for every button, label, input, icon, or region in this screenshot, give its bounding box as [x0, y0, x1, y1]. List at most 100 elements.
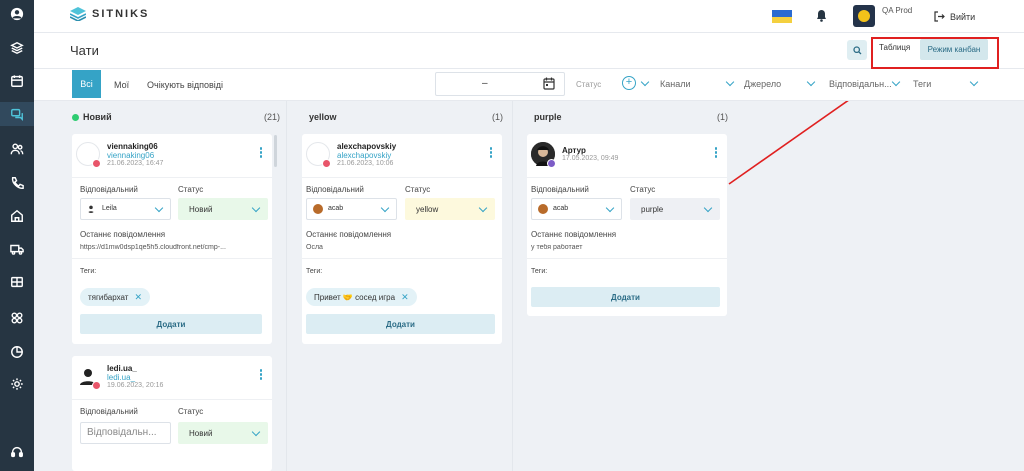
contact-name[interactable]: ledi.ua_: [107, 364, 137, 373]
status-select[interactable]: Новий: [178, 422, 268, 444]
add-status-icon[interactable]: +: [622, 76, 636, 90]
tab-mine[interactable]: Мої: [114, 80, 129, 90]
chevron-down-icon[interactable]: [725, 77, 735, 87]
responsible-label: Відповідальний: [80, 185, 138, 194]
last-message-label: Останнє повідомлення: [531, 230, 617, 239]
column-divider: [512, 101, 513, 471]
tab-all[interactable]: Всі: [72, 70, 101, 98]
chat-card[interactable]: alexchapovskiy alexchapovskiy 21.06.2023…: [302, 134, 502, 344]
status-select[interactable]: Новий: [178, 198, 268, 220]
column-title: yellow: [309, 112, 337, 122]
status-label: Статус: [178, 407, 204, 416]
channels-filter[interactable]: Канали: [660, 79, 691, 89]
tag-chip[interactable]: Привет 🤝 сосед игра ✕: [306, 288, 417, 306]
chat-date: 17.05.2023, 09:49: [562, 155, 619, 162]
truck-icon[interactable]: [0, 237, 34, 261]
add-button[interactable]: Додати: [531, 287, 720, 307]
bell-icon[interactable]: [816, 9, 827, 24]
search-button[interactable]: [847, 40, 867, 60]
add-button[interactable]: Додати: [80, 314, 262, 334]
chat-card[interactable]: ledi.ua_ ledi.ua_ 19.06.2023, 20:16 Відп…: [72, 356, 272, 471]
status-value: yellow: [416, 205, 439, 214]
integrations-icon[interactable]: [0, 306, 34, 330]
chat-card[interactable]: viennaking06 viennaking06 21.06.2023, 16…: [72, 134, 272, 344]
chat-icon[interactable]: [0, 102, 34, 126]
user-avatar[interactable]: [853, 5, 875, 27]
kanban-column-purple: purple (1) Артур 17.05.2023, 09:49 Відпо…: [522, 101, 736, 471]
calendar-icon[interactable]: [543, 77, 555, 90]
column-title: Новий: [72, 112, 112, 122]
chevron-down-icon: [251, 203, 261, 213]
tag-label: Привет 🤝 сосед игра: [314, 292, 396, 302]
responsible-select[interactable]: acab: [531, 198, 622, 220]
close-icon[interactable]: ✕: [134, 292, 142, 303]
user-name: QA Prod: [882, 6, 913, 15]
contact-handle[interactable]: ledi.ua_: [107, 373, 135, 382]
highlight-box: [871, 37, 999, 69]
status-value: purple: [641, 205, 664, 214]
layers-icon[interactable]: [0, 36, 34, 60]
profile-icon[interactable]: [0, 2, 34, 26]
box-icon[interactable]: [0, 270, 34, 294]
filter-bar: Всі Мої Очікують відповіді – Статус + Ка…: [34, 69, 1024, 101]
language-flag-icon[interactable]: [772, 10, 792, 23]
contact-handle[interactable]: viennaking06: [107, 151, 154, 160]
tags-filter[interactable]: Теги: [913, 79, 931, 89]
responsible-select[interactable]: Відповідальн...: [80, 422, 171, 444]
status-value: Новий: [189, 429, 213, 438]
users-icon[interactable]: [0, 137, 34, 161]
contact-name[interactable]: alexchapovskiy: [337, 142, 396, 151]
page-title: Чати: [70, 43, 99, 58]
date-range-input[interactable]: –: [435, 72, 565, 96]
contact-name[interactable]: viennaking06: [107, 142, 158, 151]
responsible-value: Leila: [102, 205, 117, 212]
more-menu-icon[interactable]: [714, 147, 717, 158]
tags-label: Теги:: [531, 268, 548, 275]
tab-waiting[interactable]: Очікують відповіді: [147, 80, 223, 90]
chat-card[interactable]: Артур 17.05.2023, 09:49 Відповідальний С…: [527, 134, 727, 316]
user-icon: [87, 205, 95, 213]
responsible-select[interactable]: Leila: [80, 198, 171, 220]
responsible-label: Відповідальний: [306, 185, 364, 194]
avatar: [538, 204, 548, 214]
status-select[interactable]: yellow: [405, 198, 495, 220]
status-filter-label: Статус: [576, 80, 602, 89]
calendar-icon[interactable]: [0, 69, 34, 93]
contact-name[interactable]: Артур: [562, 146, 586, 155]
source-filter[interactable]: Джерело: [744, 79, 781, 89]
chevron-down-icon: [478, 203, 488, 213]
more-menu-icon[interactable]: [259, 369, 262, 380]
close-icon[interactable]: ✕: [401, 292, 409, 303]
settings-icon[interactable]: [0, 372, 34, 396]
responsible-filter[interactable]: Відповідальн...: [829, 79, 892, 89]
phone-icon[interactable]: [0, 171, 34, 195]
responsible-label: Відповідальний: [80, 407, 138, 416]
avatar: [313, 204, 323, 214]
more-menu-icon[interactable]: [259, 147, 262, 158]
status-value: Новий: [189, 205, 213, 214]
add-button[interactable]: Додати: [306, 314, 495, 334]
analytics-icon[interactable]: [0, 340, 34, 364]
status-select[interactable]: purple: [630, 198, 720, 220]
status-label: Статус: [630, 185, 656, 194]
more-menu-icon[interactable]: [489, 147, 492, 158]
sidebar: [0, 0, 34, 471]
chevron-down-icon[interactable]: [891, 77, 901, 87]
home-icon[interactable]: [0, 204, 34, 228]
logout-button[interactable]: Вийти: [934, 11, 975, 22]
tags-label: Теги:: [306, 268, 323, 275]
viber-icon: [547, 159, 556, 168]
responsible-placeholder: Відповідальн...: [87, 427, 157, 438]
responsible-select[interactable]: acab: [306, 198, 397, 220]
chat-date: 21.06.2023, 10:06: [337, 160, 394, 167]
instagram-icon: [322, 159, 331, 168]
chevron-down-icon[interactable]: [969, 77, 979, 87]
column-scrollbar[interactable]: [274, 135, 277, 167]
chevron-down-icon[interactable]: [640, 77, 650, 87]
logout-icon: [934, 11, 945, 22]
headset-icon[interactable]: [0, 440, 34, 464]
tag-chip[interactable]: тягибархат ✕: [80, 288, 150, 306]
contact-handle[interactable]: alexchapovskiy: [337, 151, 391, 160]
logo[interactable]: SITNIKS: [70, 7, 149, 21]
chevron-down-icon[interactable]: [806, 77, 816, 87]
